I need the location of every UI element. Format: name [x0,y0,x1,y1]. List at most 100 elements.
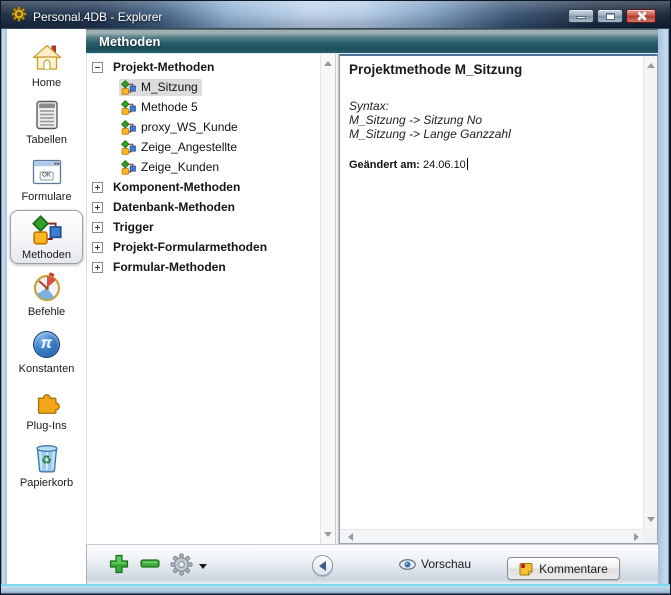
tree-section-projekt-methoden[interactable]: Projekt-Methoden [87,57,335,77]
tree-item-m-sitzung[interactable]: M_Sitzung [87,77,335,97]
method-detail-panel: Projektmethode M_Sitzung Syntax: M_Sitzu… [339,54,658,544]
tree-item-zeige-kunden[interactable]: Zeige_Kunden [87,157,335,177]
puzzle-icon [32,385,62,417]
tree-item-zeige-angestellte[interactable]: Zeige_Angestellte [87,137,335,157]
plus-icon [109,554,129,574]
close-button[interactable] [626,9,656,23]
minimize-icon [576,16,586,19]
tree-section-label: Projekt-Formularmethoden [113,240,267,254]
trash-icon: ♻ [34,442,60,474]
expand-icon[interactable] [92,202,103,213]
detail-vertical-scrollbar[interactable] [643,56,657,529]
detail-horizontal-scrollbar[interactable] [340,529,643,543]
expand-icon[interactable] [92,242,103,253]
remove-method-button[interactable] [140,559,160,568]
sidebar-label: Home [32,77,61,89]
vorschau-label: Vorschau [421,557,471,571]
sidebar-item-befehle[interactable]: Befehle [7,266,86,323]
scroll-left-icon[interactable] [348,533,353,541]
window-border-bottom [1,584,670,594]
modified-value: 24.06.10 [423,159,466,171]
method-icon [121,140,136,155]
tree-section-komponent-methoden[interactable]: Komponent-Methoden [87,177,335,197]
sidebar-label: Papierkorb [20,477,73,489]
sidebar-item-tabellen[interactable]: Tabellen [7,94,86,151]
sidebar: Home Tabellen [7,29,86,584]
collapse-pane-button[interactable] [312,555,333,576]
tree-section-datenbank-methoden[interactable]: Datenbank-Methoden [87,197,335,217]
scroll-down-icon[interactable] [647,517,655,522]
syntax-label: Syntax: [349,99,634,113]
method-icon [121,80,136,95]
scroll-right-icon[interactable] [634,533,639,541]
sidebar-item-konstanten[interactable]: π Konstanten [7,323,86,380]
tree-item-methode-5[interactable]: Methode 5 [87,97,335,117]
sidebar-label: Plug-Ins [26,420,66,432]
sidebar-item-papierkorb[interactable]: ♻ Papierkorb [7,437,86,494]
sidebar-item-plugins[interactable]: Plug-Ins [7,380,86,437]
text-cursor [467,158,468,170]
chevron-left-icon [319,561,326,571]
recycle-icon: ♻ [41,453,52,467]
method-label: Zeige_Kunden [141,160,219,174]
modified-line: Geändert am: 24.06.10 [349,158,634,171]
tree-section-label: Formular-Methoden [113,260,226,274]
pi-glyph: π [33,331,60,358]
vorschau-toggle[interactable]: Vorschau [399,557,471,571]
expand-icon[interactable] [92,262,103,273]
method-label: Zeige_Angestellte [141,140,237,154]
scroll-down-icon[interactable] [324,532,332,537]
chevron-down-icon [199,564,207,569]
method-icon [121,120,136,135]
explorer-window: Personal.4DB - Explorer Home [0,0,671,595]
method-label: Methode 5 [141,100,198,114]
add-method-button[interactable] [109,554,129,574]
minimize-button[interactable] [568,9,594,23]
method-icon [121,100,136,115]
tree-item-proxy-ws-kunde[interactable]: proxy_WS_Kunde [87,117,335,137]
method-icon [121,160,136,175]
syntax-line: M_Sitzung -> Lange Ganzzahl [349,127,634,141]
scroll-up-icon[interactable] [647,63,655,68]
compass-icon [32,271,62,303]
expand-icon[interactable] [92,222,103,233]
form-window-icon: OK [32,156,62,188]
main-panel: Methoden Projekt-Methoden [86,29,658,584]
panel-title: Methoden [99,34,160,49]
pi-icon: π [33,328,60,360]
tree-section-label: Projekt-Methoden [113,60,214,74]
home-icon [32,42,62,74]
tree-section-label: Komponent-Methoden [113,180,240,194]
method-label: M_Sitzung [141,80,198,94]
method-comment-area[interactable]: Projektmethode M_Sitzung Syntax: M_Sitzu… [340,56,643,529]
sidebar-label: Formulare [21,191,71,203]
kommentare-button[interactable]: Kommentare [507,557,620,580]
sticky-note-icon [519,562,533,576]
sidebar-label: Befehle [28,306,65,318]
tree-section-trigger[interactable]: Trigger [87,217,335,237]
sidebar-item-methoden[interactable]: Methoden [10,210,83,264]
scrollbar-corner [643,529,657,543]
sidebar-item-home[interactable]: Home [7,37,86,94]
method-tree: Projekt-Methoden M_Sitzung [86,54,335,544]
tree-section-label: Trigger [113,220,154,234]
expand-icon[interactable] [92,182,103,193]
tree-scrollbar[interactable] [320,54,335,544]
method-options-button[interactable] [170,553,207,576]
maximize-icon [606,13,615,20]
eye-icon [399,559,416,570]
sidebar-item-formulare[interactable]: OK Formulare [7,151,86,208]
method-label: proxy_WS_Kunde [141,120,238,134]
maximize-button[interactable] [597,9,623,23]
bottom-toolbar: Vorschau Kommentare [86,544,658,584]
gear-icon [170,553,193,576]
sidebar-label: Tabellen [26,134,67,146]
titlebar[interactable]: Personal.4DB - Explorer [1,1,670,29]
minus-icon [140,559,160,568]
tree-section-formular-methoden[interactable]: Formular-Methoden [87,257,335,277]
scroll-up-icon[interactable] [324,61,332,66]
window-title: Personal.4DB - Explorer [33,10,162,24]
collapse-icon[interactable] [92,62,103,73]
detail-title: Projektmethode M_Sitzung [349,62,634,77]
tree-section-projekt-formularmethoden[interactable]: Projekt-Formularmethoden [87,237,335,257]
